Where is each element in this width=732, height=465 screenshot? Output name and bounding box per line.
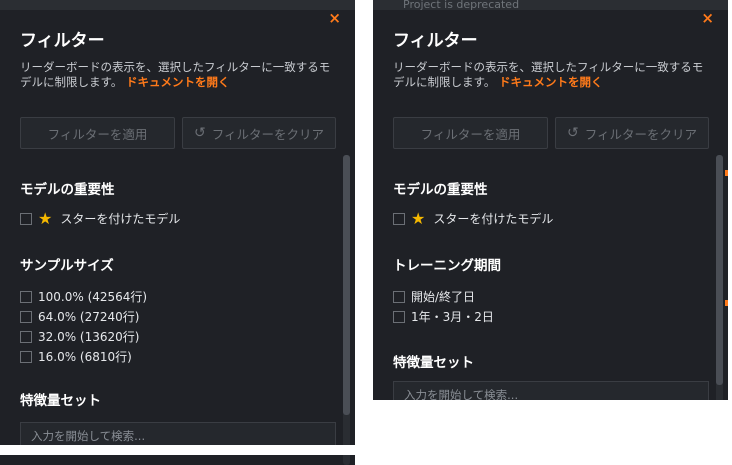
sample-size-option[interactable]: 16.0% (6810行) — [20, 348, 132, 365]
section-model-importance: モデルの重要性 — [20, 182, 115, 198]
section-training-period: トレーニング期間 — [393, 258, 501, 274]
undo-icon: ↺ — [194, 125, 206, 141]
scrollbar-thumb[interactable] — [716, 155, 723, 385]
edge-marker — [725, 300, 728, 306]
checkbox[interactable] — [20, 350, 32, 363]
section-sample-size: サンプルサイズ — [20, 258, 114, 274]
star-icon: ★ — [38, 208, 53, 228]
option-label: 100.0% (42564行) — [38, 290, 148, 304]
option-label: スターを付けたモデル — [433, 212, 554, 226]
apply-filter-button[interactable]: フィルターを適用 — [393, 117, 548, 149]
undo-icon: ↺ — [567, 125, 579, 141]
section-feature-set: 特徴量セット — [393, 355, 474, 371]
checkbox[interactable] — [393, 310, 405, 323]
starred-models-option[interactable]: ★ スターを付けたモデル — [393, 210, 553, 227]
edge-marker — [725, 170, 728, 176]
checkbox[interactable] — [20, 290, 32, 303]
panel-description: リーダーボードの表示を、選択したフィルターに一致するモデルに制限します。 ドキュ… — [20, 60, 338, 90]
open-docs-link[interactable]: ドキュメントを開く — [499, 75, 603, 89]
option-label: 64.0% (27240行) — [38, 310, 140, 324]
sample-size-option[interactable]: 100.0% (42564行) — [20, 288, 147, 305]
clear-filter-label: フィルターをクリア — [584, 126, 697, 142]
apply-filter-button[interactable]: フィルターを適用 — [20, 117, 175, 149]
top-strip — [0, 0, 355, 10]
checkbox[interactable] — [20, 330, 32, 343]
option-label: スターを付けたモデル — [60, 212, 181, 226]
apply-filter-label: フィルターを適用 — [47, 126, 148, 142]
checkbox[interactable] — [393, 290, 405, 303]
clear-filter-button[interactable]: ↺ フィルターをクリア — [182, 117, 336, 149]
starred-models-option[interactable]: ★ スターを付けたモデル — [20, 210, 180, 227]
option-label: 16.0% (6810行) — [38, 350, 132, 364]
option-label: 開始/終了日 — [411, 290, 476, 304]
sample-size-option[interactable]: 32.0% (13620行) — [20, 328, 139, 345]
torn-edge — [373, 400, 728, 408]
torn-edge — [0, 445, 355, 455]
panel-title: フィルター — [393, 31, 478, 51]
training-period-option[interactable]: 開始/終了日 — [393, 288, 475, 305]
filter-panel-left: × フィルター リーダーボードの表示を、選択したフィルターに一致するモデルに制限… — [0, 0, 355, 465]
checkbox[interactable] — [20, 212, 32, 225]
section-feature-set: 特徴量セット — [20, 393, 101, 409]
training-period-option[interactable]: 1年・3月・2日 — [393, 308, 494, 325]
apply-filter-label: フィルターを適用 — [420, 126, 521, 142]
option-label: 1年・3月・2日 — [411, 310, 494, 324]
close-icon[interactable]: × — [701, 11, 714, 26]
option-label: 32.0% (13620行) — [38, 330, 140, 344]
panel-description: リーダーボードの表示を、選択したフィルターに一致するモデルに制限します。 ドキュ… — [393, 60, 711, 90]
deprecated-notice: Project is deprecated — [403, 0, 520, 11]
checkbox[interactable] — [393, 212, 405, 225]
close-icon[interactable]: × — [328, 11, 341, 26]
clear-filter-label: フィルターをクリア — [211, 126, 324, 142]
filter-panel-right: Project is deprecated × フィルター リーダーボードの表示… — [373, 0, 728, 408]
section-model-importance: モデルの重要性 — [393, 182, 488, 198]
checkbox[interactable] — [20, 310, 32, 323]
clear-filter-button[interactable]: ↺ フィルターをクリア — [555, 117, 709, 149]
sample-size-option[interactable]: 64.0% (27240行) — [20, 308, 139, 325]
star-icon: ★ — [411, 208, 426, 228]
open-docs-link[interactable]: ドキュメントを開く — [126, 75, 230, 89]
panel-title: フィルター — [20, 31, 105, 51]
scrollbar-thumb[interactable] — [343, 155, 350, 415]
